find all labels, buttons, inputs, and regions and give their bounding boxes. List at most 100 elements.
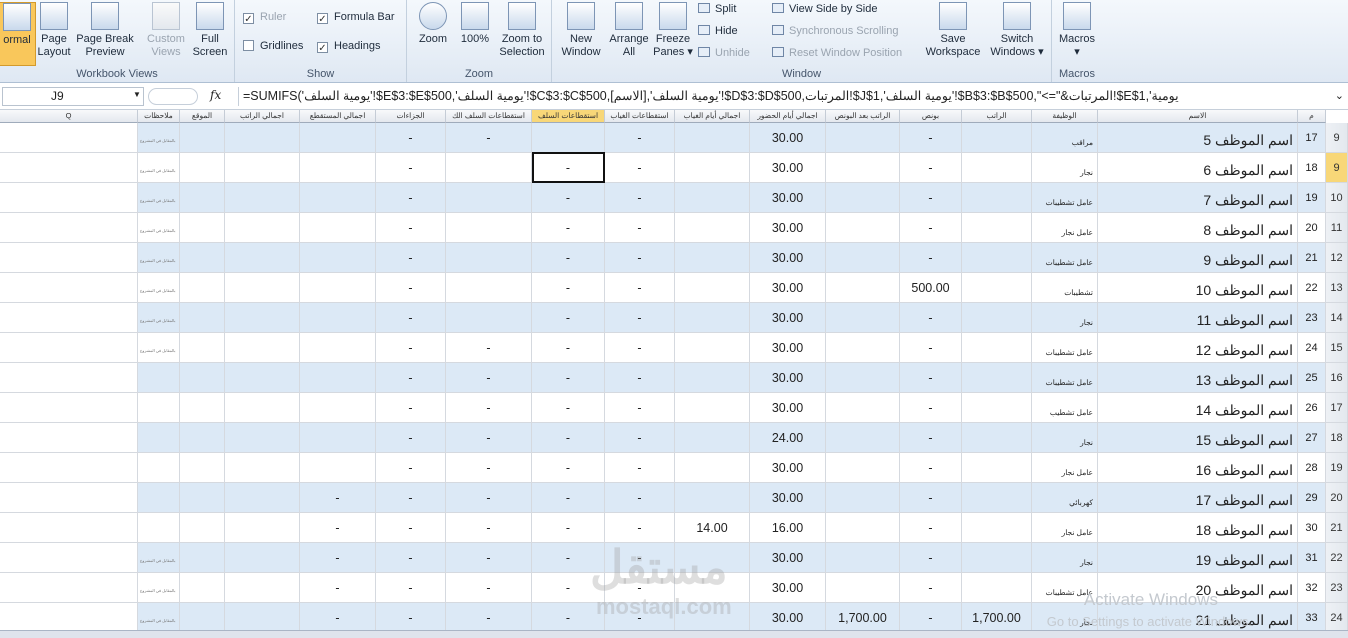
cell-absence-deduct[interactable]: - [605,393,675,423]
cell-job[interactable]: نجار [1032,423,1098,453]
cell-salary-after-bonus[interactable] [826,543,900,573]
cell-location[interactable] [180,603,225,630]
cell-attendance-days[interactable]: 30.00 [750,333,826,363]
cell-name[interactable]: اسم الموظف 7 [1098,183,1298,213]
cell-adv-deduct-k[interactable]: - [446,333,532,363]
cell-penalties[interactable]: - [376,123,446,153]
cell-adv-deduct[interactable]: - [532,513,605,543]
cell-q[interactable] [0,273,138,303]
cell-salary[interactable] [962,183,1032,213]
cell-absence-deduct[interactable]: - [605,453,675,483]
cell-adv-deduct-k[interactable]: - [446,423,532,453]
cell-net-salary[interactable] [225,243,300,273]
cell-location[interactable] [180,573,225,603]
cell-bonus[interactable]: - [900,243,962,273]
cell-attendance-days[interactable]: 30.00 [750,153,826,183]
cell-location[interactable] [180,363,225,393]
cell-adv-deduct[interactable]: - [532,453,605,483]
cell-salary-after-bonus[interactable] [826,183,900,213]
cell-salary[interactable] [962,303,1032,333]
cell-attendance-days[interactable]: 30.00 [750,603,826,630]
cell-penalties[interactable]: - [376,363,446,393]
cell-notes[interactable]: بالمقابل في المشروع [138,153,180,183]
cell-idx[interactable]: 20 [1298,213,1326,243]
cell-salary[interactable] [962,513,1032,543]
cell-attendance-days[interactable]: 30.00 [750,123,826,153]
cell-net-salary[interactable] [225,513,300,543]
cell-salary[interactable] [962,333,1032,363]
cell-idx[interactable]: 19 [1298,183,1326,213]
cell-adv-deduct[interactable]: - [532,213,605,243]
cell-idx[interactable]: 24 [1298,333,1326,363]
cell-absence-deduct[interactable]: - [605,153,675,183]
cell-idx[interactable]: 25 [1298,363,1326,393]
cell-absence-deduct[interactable]: - [605,483,675,513]
cell-adv-deduct[interactable]: - [532,333,605,363]
zoom-100-button[interactable]: 100% [457,2,493,46]
cell-adv-deduct[interactable]: - [532,243,605,273]
cell-name[interactable]: اسم الموظف 16 [1098,453,1298,483]
column-header-penalties[interactable]: الجزاءات [376,110,446,123]
row-header[interactable]: 22 [1326,543,1348,573]
cell-q[interactable] [0,573,138,603]
cell-idx[interactable]: 31 [1298,543,1326,573]
cell-job[interactable]: مراقب [1032,123,1098,153]
column-header-salary-after-bonus[interactable]: الراتب بعد البونص [826,110,900,123]
cell-job[interactable]: عامل تشطيبات [1032,183,1098,213]
cell-name[interactable]: اسم الموظف 15 [1098,423,1298,453]
cell-total-deducted[interactable] [300,123,376,153]
cell-penalties[interactable]: - [376,483,446,513]
cell-absence-days[interactable] [675,363,750,393]
cell-total-deducted[interactable]: - [300,513,376,543]
cell-absence-days[interactable] [675,213,750,243]
cell-location[interactable] [180,333,225,363]
cell-name[interactable]: اسم الموظف 9 [1098,243,1298,273]
cell-q[interactable] [0,243,138,273]
cell-q[interactable] [0,213,138,243]
cell-location[interactable] [180,123,225,153]
freeze-panes-button[interactable]: Freeze Panes ▾ [652,2,694,59]
cell-attendance-days[interactable]: 30.00 [750,453,826,483]
cell-adv-deduct[interactable]: - [532,393,605,423]
cell-absence-deduct[interactable]: - [605,333,675,363]
cell-idx[interactable]: 33 [1298,603,1326,630]
cell-adv-deduct[interactable]: - [532,273,605,303]
cell-absence-days[interactable] [675,153,750,183]
cell-penalties[interactable]: - [376,423,446,453]
cell-bonus[interactable]: - [900,603,962,630]
cell-attendance-days[interactable]: 30.00 [750,543,826,573]
cell-net-salary[interactable] [225,333,300,363]
cell-salary-after-bonus[interactable] [826,423,900,453]
row-header[interactable]: 24 [1326,603,1348,630]
cell-net-salary[interactable] [225,183,300,213]
page-break-preview-button[interactable]: Page Break Preview [75,2,135,59]
cell-salary[interactable] [962,363,1032,393]
cell-salary-after-bonus[interactable] [826,153,900,183]
cell-location[interactable] [180,273,225,303]
gridlines-checkbox[interactable]: Gridlines [243,37,303,55]
cell-salary-after-bonus[interactable] [826,123,900,153]
cell-absence-deduct[interactable]: - [605,183,675,213]
cell-job[interactable]: كهربائي [1032,483,1098,513]
cell-q[interactable] [0,123,138,153]
zoom-selection-button[interactable]: Zoom to Selection [497,2,547,59]
cell-name[interactable]: اسم الموظف 17 [1098,483,1298,513]
cell-salary-after-bonus[interactable] [826,393,900,423]
row-header[interactable]: 23 [1326,573,1348,603]
cell-bonus[interactable]: - [900,393,962,423]
row-header[interactable]: 12 [1326,243,1348,273]
cell-q[interactable] [0,453,138,483]
cell-penalties[interactable]: - [376,573,446,603]
arrange-all-button[interactable]: Arrange All [606,2,652,59]
cell-notes[interactable] [138,363,180,393]
row-header[interactable]: 15 [1326,333,1348,363]
cell-total-deducted[interactable] [300,393,376,423]
cell-salary[interactable] [962,543,1032,573]
cell-total-deducted[interactable] [300,333,376,363]
cell-salary-after-bonus[interactable] [826,213,900,243]
cell-job[interactable]: نجار [1032,543,1098,573]
cell-idx[interactable]: 32 [1298,573,1326,603]
cell-attendance-days[interactable]: 16.00 [750,513,826,543]
cell-absence-deduct[interactable]: - [605,303,675,333]
cell-salary[interactable] [962,243,1032,273]
